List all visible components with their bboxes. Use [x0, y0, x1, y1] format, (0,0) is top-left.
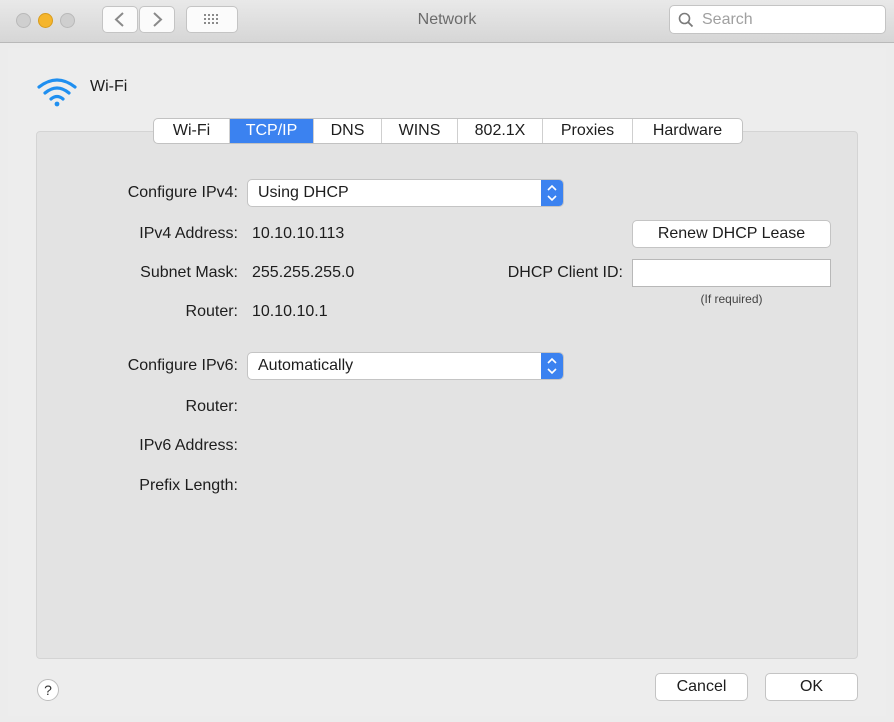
- configure-ipv6-label: Configure IPv6:: [127, 357, 238, 374]
- tab-bar: Wi-Fi TCP/IP DNS WINS 802.1X Proxies Har…: [153, 118, 743, 144]
- cancel-button[interactable]: Cancel: [655, 673, 748, 701]
- configure-ipv4-label: Configure IPv4:: [127, 184, 238, 201]
- ipv6-router-label: Router:: [185, 398, 238, 415]
- search-placeholder: Search: [702, 11, 753, 28]
- renew-dhcp-lease-button[interactable]: Renew DHCP Lease: [632, 220, 831, 248]
- service-name: Wi-Fi: [90, 78, 128, 95]
- tab-wins[interactable]: WINS: [382, 119, 458, 143]
- search-input[interactable]: Search: [669, 5, 886, 34]
- configure-ipv6-popup[interactable]: Automatically: [247, 352, 564, 380]
- tab-tcp-ip[interactable]: TCP/IP: [230, 119, 314, 143]
- dhcp-client-id-field[interactable]: [632, 259, 831, 287]
- wifi-icon: [37, 78, 77, 107]
- dhcp-client-id-label: DHCP Client ID:: [507, 264, 623, 281]
- ok-button[interactable]: OK: [765, 673, 858, 701]
- dhcp-client-id-hint: (If required): [700, 292, 763, 306]
- tab-proxies[interactable]: Proxies: [543, 119, 633, 143]
- configure-ipv4-value: Using DHCP: [258, 184, 349, 201]
- ipv4-address-label: IPv4 Address:: [139, 225, 238, 242]
- tab-wifi[interactable]: Wi-Fi: [154, 119, 230, 143]
- tab-802-1x[interactable]: 802.1X: [458, 119, 543, 143]
- ipv4-router-value: 10.10.10.1: [252, 303, 328, 320]
- title-bar: Network Search: [0, 0, 894, 43]
- configure-ipv4-popup[interactable]: Using DHCP: [247, 179, 564, 207]
- help-button[interactable]: ?: [37, 679, 59, 701]
- subnet-mask-label: Subnet Mask:: [140, 264, 238, 281]
- search-icon: [678, 12, 694, 28]
- popup-arrows-icon: [541, 353, 563, 379]
- tab-dns[interactable]: DNS: [314, 119, 382, 143]
- ipv4-router-label: Router:: [185, 303, 238, 320]
- ipv6-address-label: IPv6 Address:: [139, 437, 238, 454]
- configure-ipv6-value: Automatically: [258, 357, 354, 374]
- settings-panel: [36, 131, 858, 659]
- prefix-length-label: Prefix Length:: [139, 477, 238, 494]
- subnet-mask-value: 255.255.255.0: [252, 264, 355, 281]
- popup-arrows-icon: [541, 180, 563, 206]
- ipv4-address-value: 10.10.10.113: [252, 225, 345, 242]
- tab-hardware[interactable]: Hardware: [633, 119, 742, 143]
